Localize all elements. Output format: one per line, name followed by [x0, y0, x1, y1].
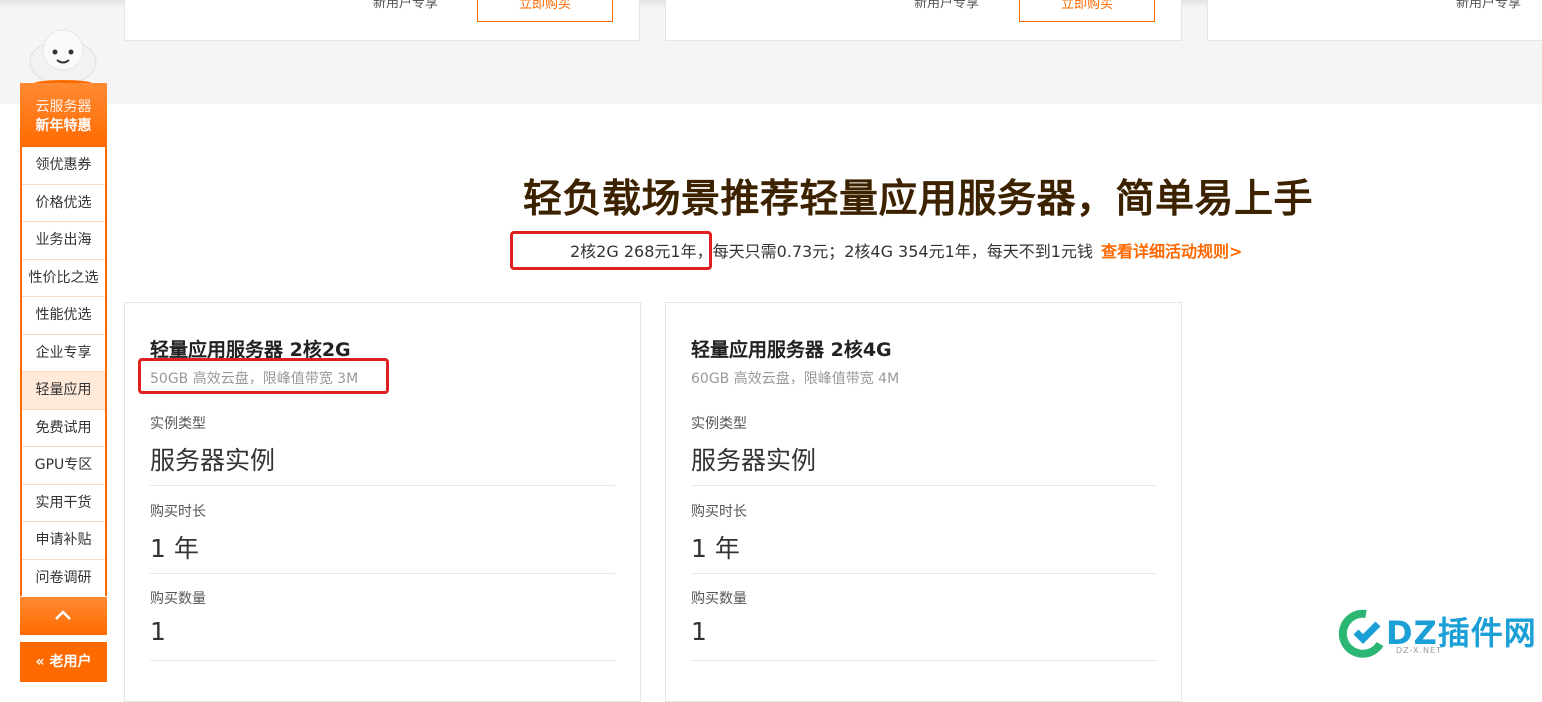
buy-button[interactable]: 立即购买 — [477, 0, 613, 22]
duration-value[interactable]: 1 年 — [691, 529, 740, 565]
sidebar-nav: 领优惠券 价格优选 业务出海 性价比之选 性能优选 企业专享 轻量应用 免费试用… — [20, 147, 107, 597]
chevron-up-icon — [55, 610, 71, 620]
activity-rules-link[interactable]: 查看详细活动规则> — [1101, 242, 1242, 261]
site-watermark: DZ插件网 DZ-X.NET — [1336, 602, 1536, 664]
scroll-top-button[interactable] — [20, 596, 107, 635]
cloud-mascot-icon — [29, 29, 97, 86]
quantity-label: 购买数量 — [150, 591, 206, 607]
annotation-box — [510, 231, 712, 270]
top-product-card: 新用户专享 — [1207, 0, 1542, 41]
instance-type-value[interactable]: 服务器实例 — [150, 441, 275, 477]
sidebar-header-line2: 新年特惠 — [35, 118, 92, 134]
sidebar-item-coupons[interactable]: 领优惠券 — [22, 147, 105, 185]
product-title: 轻量应用服务器 2核4G — [691, 339, 892, 361]
quantity-value[interactable]: 1 — [691, 617, 707, 646]
sidebar-header[interactable]: 云服务器 新年特惠 — [20, 83, 107, 147]
instance-type-label: 实例类型 — [150, 416, 206, 432]
sidebar-item-gpu[interactable]: GPU专区 — [22, 447, 105, 485]
instance-type-value[interactable]: 服务器实例 — [691, 441, 816, 477]
duration-value[interactable]: 1 年 — [150, 529, 199, 565]
sidebar-item-best-price[interactable]: 价格优选 — [22, 184, 105, 222]
sidebar-header-line1: 云服务器 — [35, 99, 92, 115]
divider — [150, 573, 615, 574]
sidebar-item-guides[interactable]: 实用干货 — [22, 484, 105, 522]
duration-label: 购买时长 — [150, 504, 206, 520]
instance-type-label: 实例类型 — [691, 416, 747, 432]
top-product-card: 新用户专享 立即购买 — [665, 0, 1182, 41]
sidebar-item-value[interactable]: 性价比之选 — [22, 259, 105, 297]
duration-label: 购买时长 — [691, 504, 747, 520]
annotation-box — [138, 358, 389, 394]
sidebar-item-overseas[interactable]: 业务出海 — [22, 222, 105, 260]
divider — [691, 660, 1156, 661]
old-user-button[interactable]: « 老用户 — [20, 642, 107, 682]
quantity-value[interactable]: 1 — [150, 617, 166, 646]
divider — [691, 573, 1156, 574]
sidebar-item-survey[interactable]: 问卷调研 — [22, 559, 105, 597]
watermark-subtext: DZ-X.NET — [1396, 646, 1442, 655]
divider — [150, 485, 615, 486]
subline-rest: 每天只需0.73元；2核4G 354元1年，每天不到1元钱 — [712, 242, 1093, 261]
top-product-card: 新用户专享 立即购买 — [124, 0, 640, 41]
sidebar-item-performance[interactable]: 性能优选 — [22, 297, 105, 335]
buy-button[interactable]: 立即购买 — [1019, 0, 1155, 22]
divider — [150, 660, 615, 661]
top-card-text: 新用户专享 — [1456, 0, 1522, 11]
product-desc: 60GB 高效云盘，限峰值带宽 4M — [691, 371, 900, 387]
watermark-logo-icon — [1338, 609, 1384, 658]
sidebar-item-subsidy[interactable]: 申请补贴 — [22, 522, 105, 560]
product-card: 轻量应用服务器 2核4G 60GB 高效云盘，限峰值带宽 4M 实例类型 服务器… — [665, 302, 1182, 702]
sidebar-item-lightweight[interactable]: 轻量应用 — [22, 372, 105, 410]
divider — [691, 485, 1156, 486]
sidebar-item-free-trial[interactable]: 免费试用 — [22, 409, 105, 447]
top-card-text: 新用户专享 — [373, 0, 439, 11]
quantity-label: 购买数量 — [691, 591, 747, 607]
sidebar-item-enterprise[interactable]: 企业专享 — [22, 334, 105, 372]
section-headline: 轻负载场景推荐轻量应用服务器，简单易上手 — [523, 177, 1314, 222]
top-card-text: 新用户专享 — [914, 0, 980, 11]
